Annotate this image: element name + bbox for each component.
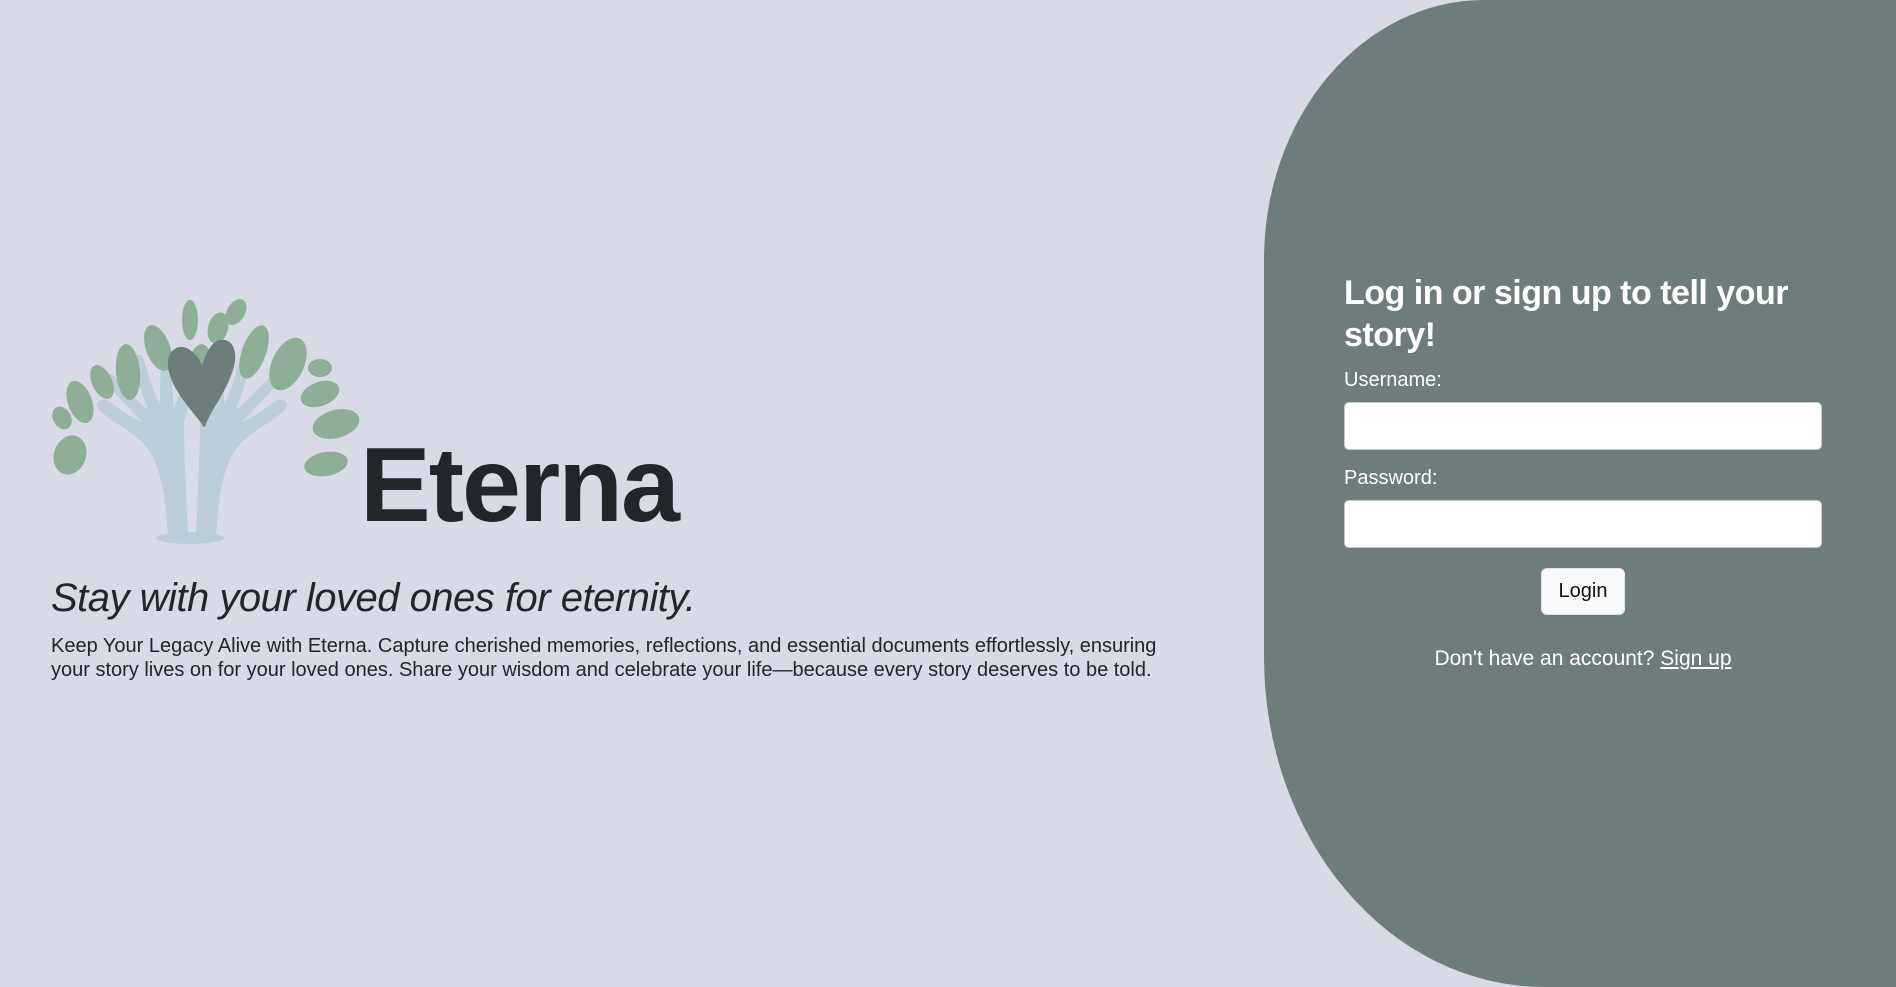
signup-link[interactable]: Sign up	[1660, 647, 1731, 670]
tree-hands-heart-icon	[52, 299, 360, 544]
hero-section: Eterna Stay with your loved ones for ete…	[0, 0, 1240, 987]
signup-prompt-line: Don't have an account? Sign up	[1344, 647, 1822, 671]
brand-name: Eterna	[360, 426, 680, 544]
login-page: Eterna Stay with your loved ones for ete…	[0, 0, 1896, 987]
password-label: Password:	[1344, 467, 1438, 489]
brand-description: Keep Your Legacy Alive with Eterna. Capt…	[51, 635, 1157, 681]
signup-prompt: Don't have an account?	[1434, 647, 1655, 670]
login-form: Log in or sign up to tell your story! Us…	[1344, 272, 1822, 671]
login-button[interactable]: Login	[1541, 568, 1625, 615]
username-input[interactable]	[1344, 402, 1822, 450]
password-input[interactable]	[1344, 500, 1822, 548]
tagline: Stay with your loved ones for eternity.	[51, 576, 696, 620]
username-label: Username:	[1344, 369, 1442, 391]
login-title: Log in or sign up to tell your story!	[1344, 274, 1788, 354]
